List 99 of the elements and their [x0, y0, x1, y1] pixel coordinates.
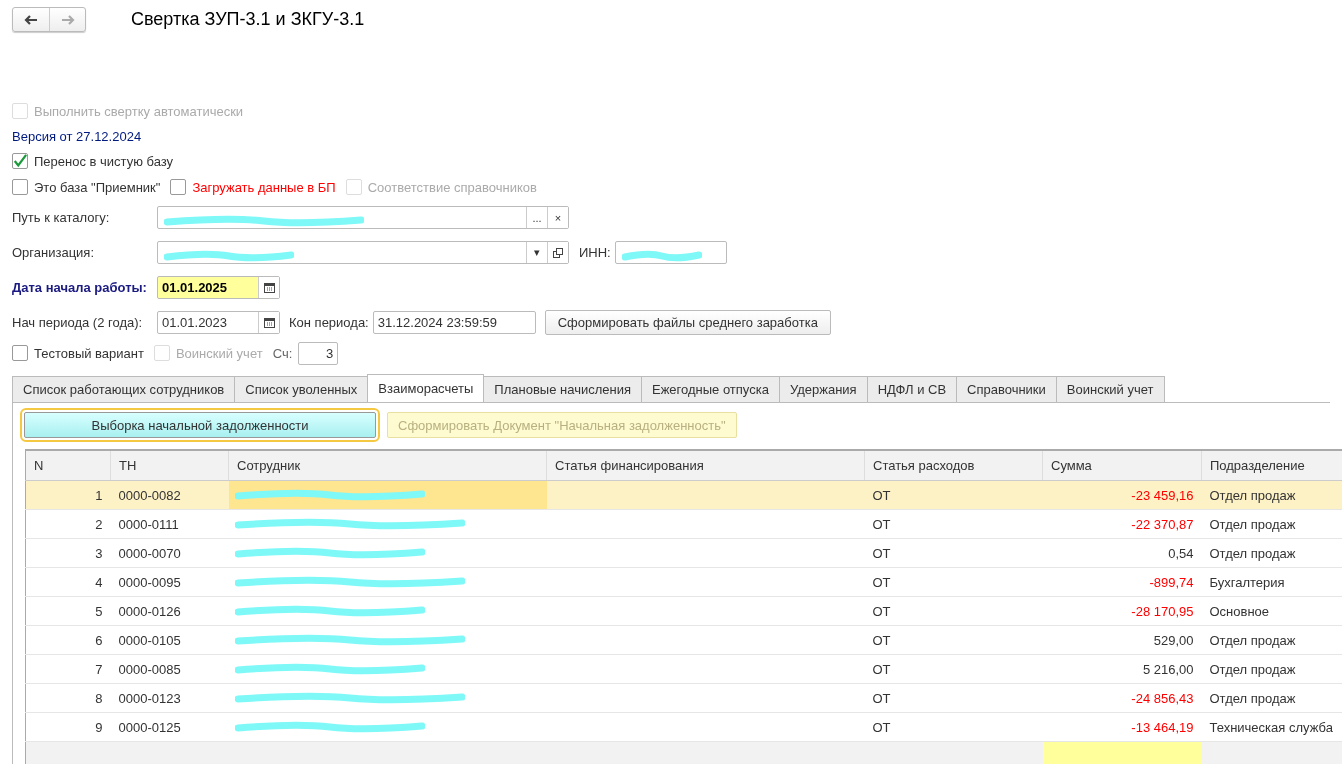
table-cell: ОТ: [864, 596, 1043, 626]
table-cell: Бухгалтерия: [1201, 567, 1342, 597]
table-cell: 0,54: [1042, 538, 1202, 568]
window-title: Свертка ЗУП-3.1 и ЗКГУ-3.1: [131, 9, 365, 30]
table-cell: 0000-0111: [110, 509, 229, 539]
table-cell: Отдел продаж: [1201, 654, 1342, 684]
table-cell: Отдел продаж: [1201, 509, 1342, 539]
field-label: Организация:: [12, 245, 96, 260]
checkbox[interactable]: [12, 179, 28, 195]
table-cell: -28 170,95: [1042, 596, 1202, 626]
date-field[interactable]: 31.12.2024 23:59:59: [373, 312, 535, 333]
table-cell: ОТ: [864, 567, 1043, 597]
table-cell: 1: [25, 480, 111, 510]
table-row[interactable]: 6 0000-0105 ОТ 529,00 Отдел продаж: [25, 625, 1342, 655]
table-cell: 9: [25, 712, 111, 742]
table-cell: 0000-0082: [110, 480, 229, 510]
table-row[interactable]: 8 0000-0123 ОТ -24 856,43 Отдел продаж: [25, 683, 1342, 713]
table-cell: 0000-0123: [110, 683, 229, 713]
table-cell: ОТ: [864, 509, 1043, 539]
column-header[interactable]: Сумма: [1042, 450, 1202, 481]
table-row[interactable]: 5 0000-0126 ОТ -28 170,95 Основное: [25, 596, 1342, 626]
field-label: Дата начала работы:: [12, 280, 148, 295]
clear-button[interactable]: ×: [547, 207, 568, 228]
counter-field[interactable]: 3: [299, 342, 338, 364]
table-row[interactable]: 7 0000-0085 ОТ 5 216,00 Отдел продаж: [25, 654, 1342, 684]
table-cell: Отдел продаж: [1201, 683, 1342, 713]
table-cell: 0000-0105: [110, 625, 229, 655]
table-cell: Основное: [1201, 596, 1342, 626]
forward-icon[interactable]: [60, 14, 75, 25]
tab[interactable]: Список уволенных: [234, 376, 369, 402]
table-cell: 7: [25, 654, 111, 684]
field-label: ИНН:: [579, 245, 611, 260]
table-cell: ОТ: [864, 625, 1043, 655]
organization-field[interactable]: ▾: [157, 241, 569, 264]
path-field[interactable]: ... ×: [157, 206, 569, 229]
checkbox[interactable]: [12, 153, 28, 169]
table-cell: 5: [25, 596, 111, 626]
table-cell: 2: [25, 509, 111, 539]
open-icon[interactable]: [547, 242, 568, 263]
checkbox-label: Выполнить свертку автоматически: [34, 103, 244, 119]
checkbox-label: Это база "Приемник": [34, 179, 161, 195]
table-cell: ОТ: [864, 712, 1043, 742]
table-cell: 5 216,00: [1042, 654, 1202, 684]
table-cell: -22 370,87: [1042, 509, 1202, 539]
table-cell: 3: [25, 538, 111, 568]
table-cell: Отдел продаж: [1201, 625, 1342, 655]
table-row[interactable]: 1 0000-0082 ОТ -23 459,16 Отдел продаж: [25, 480, 1342, 510]
column-header[interactable]: Подразделение: [1201, 450, 1342, 481]
table-cell: 4: [25, 567, 111, 597]
checkbox[interactable]: [170, 179, 187, 195]
field-label: Сч:: [272, 345, 293, 361]
column-header[interactable]: Статья расходов: [864, 450, 1043, 481]
table-row[interactable]: 4 0000-0095 ОТ -899,74 Бухгалтерия: [25, 567, 1342, 597]
table-cell: 0000-0070: [110, 538, 229, 568]
table-cell: 0000-0126: [110, 596, 229, 626]
checkbox-label: Соответствие справочников: [367, 179, 537, 195]
table-row[interactable]: 2 0000-0111 ОТ -22 370,87 Отдел продаж: [25, 509, 1342, 539]
tab[interactable]: Воинский учет: [1055, 376, 1165, 402]
table-cell: ОТ: [864, 654, 1043, 684]
table-cell: -13 464,19: [1042, 712, 1202, 742]
inn-field[interactable]: [614, 241, 727, 264]
table-cell: 0000-0085: [110, 654, 229, 684]
column-header[interactable]: Статья финансирования: [546, 450, 865, 481]
version-text: Версия от 27.12.2024: [12, 127, 143, 146]
table-cell: Отдел продаж: [1201, 480, 1342, 510]
table-cell: ОТ: [864, 538, 1043, 568]
tab[interactable]: Ежегодные отпуска: [640, 376, 780, 402]
checkbox-label: Воинский учет: [175, 345, 263, 361]
back-icon[interactable]: [24, 14, 38, 25]
field-label: Нач периода (2 года):: [12, 315, 144, 330]
field-label: Путь к каталогу:: [12, 210, 111, 225]
table-cell: -23 459,16: [1042, 480, 1202, 510]
checkbox-label: Перенос в чистую базу: [34, 153, 174, 169]
table-cell: ОТ: [864, 480, 1043, 510]
table-cell: Техническая служба: [1201, 712, 1342, 742]
table-cell: 6: [25, 625, 111, 655]
tab[interactable]: Список работающих сотрудников: [12, 376, 236, 402]
table-cell: 529,00: [1042, 625, 1202, 655]
field-label: Кон периода:: [289, 315, 369, 330]
checkbox[interactable]: [12, 345, 28, 361]
table-cell: ОТ: [864, 683, 1043, 713]
table-cell: 8: [25, 683, 111, 713]
table-row[interactable]: 3 0000-0070 ОТ 0,54 Отдел продаж: [25, 538, 1342, 568]
generate-files-button[interactable]: Сформировать файлы среднего заработка: [544, 310, 831, 335]
table-cell: 0000-0125: [110, 712, 229, 742]
checkbox-label: Загружать данные в БП: [192, 179, 336, 195]
column-header[interactable]: N: [25, 450, 111, 481]
tab[interactable]: НДФЛ и СВ: [866, 376, 958, 402]
table-cell: Отдел продаж: [1201, 538, 1342, 568]
table-cell: 0000-0095: [110, 567, 229, 597]
checkbox-label: Тестовый вариант: [34, 345, 144, 361]
column-header[interactable]: ТН: [110, 450, 229, 481]
tab[interactable]: Удержания: [778, 376, 868, 402]
table-cell: -899,74: [1042, 567, 1202, 597]
tab[interactable]: Плановые начисления: [483, 376, 642, 402]
table-row[interactable]: 9 0000-0125 ОТ -13 464,19 Техническая служба: [25, 712, 1342, 742]
column-header[interactable]: Сотрудник: [228, 450, 547, 481]
table-cell: -24 856,43: [1042, 683, 1202, 713]
tab[interactable]: Справочники: [956, 376, 1057, 402]
